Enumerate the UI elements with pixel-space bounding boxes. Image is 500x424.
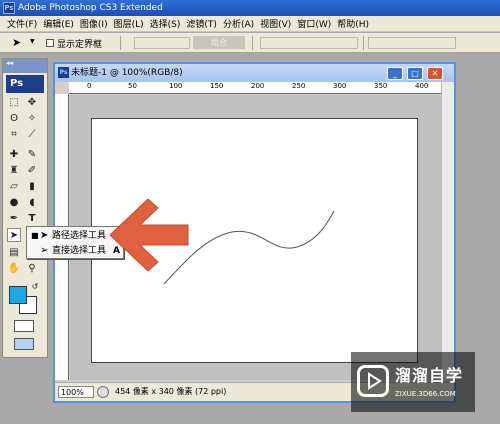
menu-edit[interactable]: 编辑(E) bbox=[40, 17, 77, 30]
options-divider bbox=[120, 36, 121, 50]
healing-brush-icon[interactable]: ✚ bbox=[7, 148, 21, 162]
slice-tool-icon[interactable]: ⟋ bbox=[25, 128, 39, 142]
path-selection-tool-icon[interactable]: ➤ bbox=[12, 36, 21, 49]
document-title: 未标题-1 @ 100%(RGB/8) bbox=[71, 68, 183, 78]
lasso-tool-icon[interactable]: ʘ bbox=[7, 112, 21, 126]
selected-bullet-icon: ■ bbox=[31, 231, 39, 240]
toolbox-header[interactable]: ◂◂ bbox=[3, 59, 47, 73]
options-bar: ➤ ▼ 显示定界框 组合 bbox=[0, 33, 500, 53]
vertical-scrollbar[interactable] bbox=[441, 82, 454, 380]
horizontal-ruler: 0 50 100 150 200 250 300 350 400 bbox=[69, 82, 441, 94]
toolbox-ps-logo[interactable]: Ps bbox=[6, 75, 44, 93]
clone-stamp-icon[interactable]: ♜ bbox=[7, 164, 21, 178]
minimize-button[interactable]: _ bbox=[387, 67, 403, 80]
flyout-item-path-selection[interactable]: ■ ➤ 路径选择工具 A bbox=[27, 229, 123, 243]
move-tool-icon[interactable]: ✥ bbox=[25, 96, 39, 110]
show-bounding-box-label: 显示定界框 bbox=[57, 40, 103, 50]
watermark: 溜溜自学 ZIXUE.3D66.COM bbox=[351, 352, 475, 412]
document-ps-icon: Ps bbox=[58, 67, 69, 78]
marquee-tool-icon[interactable]: ⬚ bbox=[7, 96, 21, 110]
title-bar: Ps Adobe Photoshop CS3 Extended bbox=[0, 0, 500, 16]
watermark-brand: 溜溜自学 bbox=[395, 366, 464, 385]
path-selection-arrow-icon: ➤ bbox=[40, 230, 49, 241]
ruler-label: 50 bbox=[128, 82, 137, 90]
menu-window[interactable]: 窗口(W) bbox=[294, 17, 334, 30]
document-title-bar[interactable]: Ps 未标题-1 @ 100%(RGB/8) _ □ ✕ bbox=[55, 64, 454, 82]
swap-colors-icon[interactable]: ↺ bbox=[28, 280, 42, 294]
crop-tool-icon[interactable]: ⌗ bbox=[7, 128, 21, 142]
menu-image[interactable]: 图像(I) bbox=[77, 17, 111, 30]
brush-tool-icon[interactable]: ✎ bbox=[25, 148, 39, 162]
notes-tool-icon[interactable]: ▤ bbox=[7, 246, 21, 260]
ruler-label: 350 bbox=[374, 82, 388, 90]
tool-preset-dropdown-icon[interactable]: ▼ bbox=[30, 38, 35, 45]
maximize-button[interactable]: □ bbox=[407, 67, 423, 80]
app-title: Adobe Photoshop CS3 Extended bbox=[18, 3, 163, 13]
menu-file[interactable]: 文件(F) bbox=[4, 17, 40, 30]
ruler-label: 250 bbox=[292, 82, 306, 90]
menu-bar: 文件(F) 编辑(E) 图像(I) 图层(L) 选择(S) 滤镜(T) 分析(A… bbox=[0, 16, 500, 32]
hand-tool-icon[interactable]: ✋ bbox=[7, 262, 21, 276]
zoom-tool-icon[interactable]: ⚲ bbox=[25, 262, 39, 276]
options-divider bbox=[363, 36, 364, 50]
quick-mask-button[interactable] bbox=[14, 320, 34, 332]
document-size-info: 454 像素 x 340 像素 (72 ppi) bbox=[115, 387, 227, 396]
menu-view[interactable]: 视图(V) bbox=[257, 17, 294, 30]
ruler-label: 150 bbox=[210, 82, 224, 90]
close-button[interactable]: ✕ bbox=[427, 67, 443, 80]
eraser-tool-icon[interactable]: ▱ bbox=[7, 180, 21, 194]
watermark-url: ZIXUE.3D66.COM bbox=[395, 390, 456, 398]
ruler-label: 400 bbox=[415, 82, 429, 90]
history-brush-icon[interactable]: ✐ bbox=[25, 164, 39, 178]
type-tool-icon[interactable]: T bbox=[25, 212, 39, 226]
combine-button[interactable]: 组合 bbox=[193, 36, 245, 49]
ruler-label: 300 bbox=[333, 82, 347, 90]
status-menu-icon[interactable] bbox=[97, 386, 109, 398]
gradient-tool-icon[interactable]: ▮ bbox=[25, 180, 39, 194]
shape-area-modes[interactable] bbox=[134, 37, 190, 49]
ruler-label: 100 bbox=[169, 82, 183, 90]
path-selection-tool-button-icon[interactable]: ➤ bbox=[7, 228, 21, 242]
dodge-tool-icon[interactable]: ◖ bbox=[25, 196, 39, 210]
menu-help[interactable]: 帮助(H) bbox=[334, 17, 372, 30]
ruler-label: 0 bbox=[87, 82, 92, 90]
ruler-label: 200 bbox=[251, 82, 265, 90]
screen-mode-button[interactable] bbox=[14, 338, 34, 350]
menu-layer[interactable]: 图层(L) bbox=[111, 17, 147, 30]
align-buttons[interactable] bbox=[260, 37, 358, 49]
options-divider bbox=[252, 36, 253, 50]
watermark-play-icon bbox=[357, 365, 389, 397]
direct-selection-arrow-icon: ➢ bbox=[40, 245, 49, 256]
flyout-item-direct-selection[interactable]: ➢ 直接选择工具 A bbox=[27, 244, 123, 258]
distribute-buttons[interactable] bbox=[368, 37, 456, 49]
foreground-color-swatch[interactable] bbox=[9, 286, 27, 304]
menu-select[interactable]: 选择(S) bbox=[147, 17, 184, 30]
show-bounding-box-checkbox[interactable] bbox=[46, 39, 54, 47]
annotation-arrow-icon bbox=[110, 199, 189, 271]
pen-tool-icon[interactable]: ✒ bbox=[7, 212, 21, 226]
blur-tool-icon[interactable]: ● bbox=[7, 196, 21, 210]
zoom-field[interactable]: 100% bbox=[58, 386, 94, 398]
menu-filter[interactable]: 滤镜(T) bbox=[183, 17, 220, 30]
photoshop-logo-icon: Ps bbox=[3, 2, 15, 14]
menu-analysis[interactable]: 分析(A) bbox=[220, 17, 257, 30]
magic-wand-icon[interactable]: ✧ bbox=[25, 112, 39, 126]
